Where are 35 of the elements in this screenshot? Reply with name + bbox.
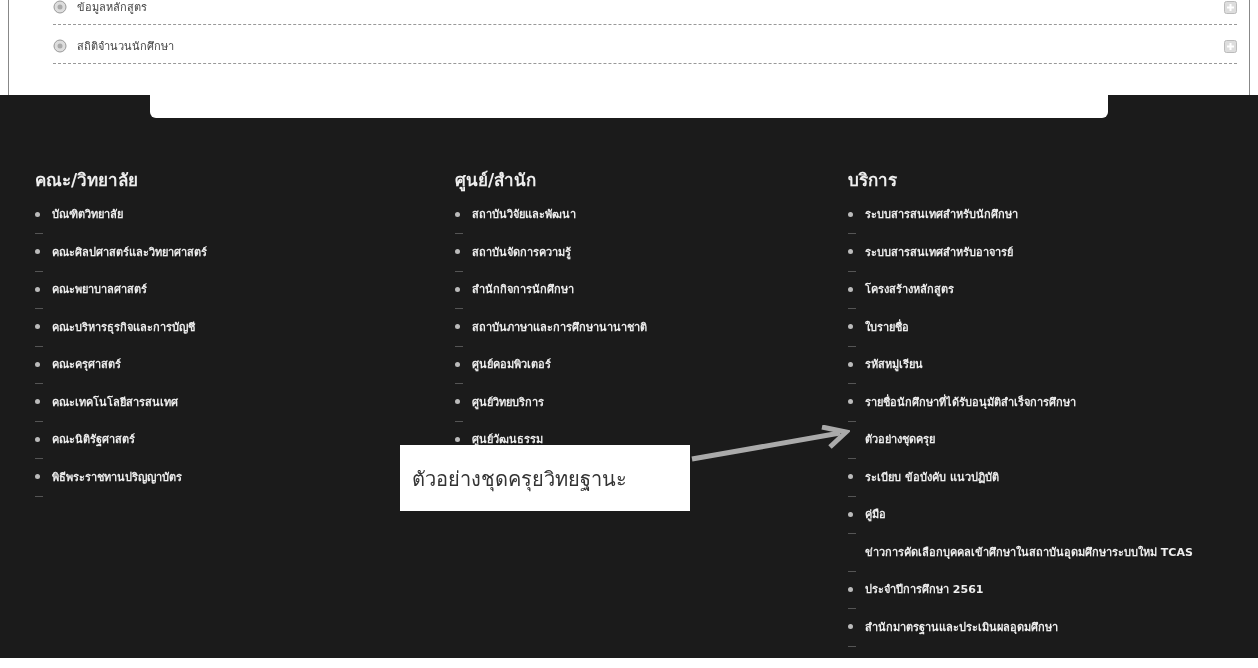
footer-link[interactable]: สำนักกิจการนักศึกษา xyxy=(472,280,574,298)
accordion-item[interactable]: ข้อมูลหลักสูตร xyxy=(77,0,1214,16)
footer-link[interactable]: ใบรายชื่อ xyxy=(865,317,909,336)
footer-link[interactable]: สถาบันจัดการความรู้ xyxy=(472,242,571,261)
footer-link[interactable]: คณะเทคโนโลยีสารสนเทศ xyxy=(52,392,178,411)
footer-link[interactable]: คณะพยาบาลศาสตร์ xyxy=(52,280,147,298)
footer-link[interactable]: ระเบียบ ข้อบังคับ แนวปฏิบัติ xyxy=(865,467,999,486)
footer-link[interactable]: ศูนย์วิทยบริการ xyxy=(472,392,544,411)
expand-icon[interactable] xyxy=(1224,0,1237,14)
expand-icon[interactable] xyxy=(1224,39,1237,53)
footer-link[interactable]: สถาบันภาษาและการศึกษานานาชาติ xyxy=(472,317,647,336)
footer-link[interactable]: คณะบริหารธุรกิจและการบัญชี xyxy=(52,317,195,336)
footer-link[interactable]: ระบบสารสนเทศสำหรับอาจารย์ xyxy=(865,242,1013,261)
footer-link[interactable]: คณะศิลปศาสตร์และวิทยาศาสตร์ xyxy=(52,242,207,261)
footer-link[interactable]: บัณฑิตวิทยาลัย xyxy=(52,205,123,223)
footer-link[interactable]: คณะครุศาสตร์ xyxy=(52,355,121,373)
footer-link[interactable]: โครงสร้างหลักสูตร xyxy=(865,280,954,298)
footer-link[interactable]: สถาบันวิจัยและพัฒนา xyxy=(472,205,576,223)
footer-link[interactable]: ศูนย์คอมพิวเตอร์ xyxy=(472,355,551,373)
footer-link[interactable]: คณะนิติรัฐศาสตร์ xyxy=(52,430,135,448)
footer-link[interactable]: ศูนย์วัฒนธรรม xyxy=(472,430,543,448)
accordion-item[interactable]: สถิติจำนวนนักศึกษา xyxy=(77,37,1214,55)
footer-link[interactable]: รหัสหมู่เรียน xyxy=(865,355,923,373)
footer-link[interactable]: สำนักมาตรฐานและประเมินผลอุดมศึกษา xyxy=(865,617,1058,636)
column-heading: คณะ/วิทยาลัย xyxy=(35,169,139,192)
footer-link[interactable]: ตัวอย่างชุดครุย xyxy=(865,430,935,448)
footer-link[interactable]: คู่มือ xyxy=(865,505,886,523)
footer-link[interactable]: ข่าวการคัดเลือกบุคคลเข้าศึกษาในสถาบันอุดมศึกษาระบบใหม่ TCAS xyxy=(865,542,1193,561)
footer-link[interactable]: ระบบสารสนเทศสำหรับนักศึกษา xyxy=(865,205,1018,223)
footer-link[interactable]: พิธีพระราชทานปริญญาบัตร xyxy=(52,467,182,486)
footer-link[interactable]: รายชื่อนักศึกษาที่ได้รับอนุมัติสำเร็จการศึกษา xyxy=(865,392,1076,411)
column-heading: ศูนย์/สำนัก xyxy=(455,169,537,193)
callout-box: ตัวอย่างชุดครุยวิทยฐานะ xyxy=(400,445,690,511)
footer-link[interactable]: ประจำปีการศึกษา 2561 xyxy=(865,580,984,598)
column-heading: บริการ xyxy=(848,169,897,192)
